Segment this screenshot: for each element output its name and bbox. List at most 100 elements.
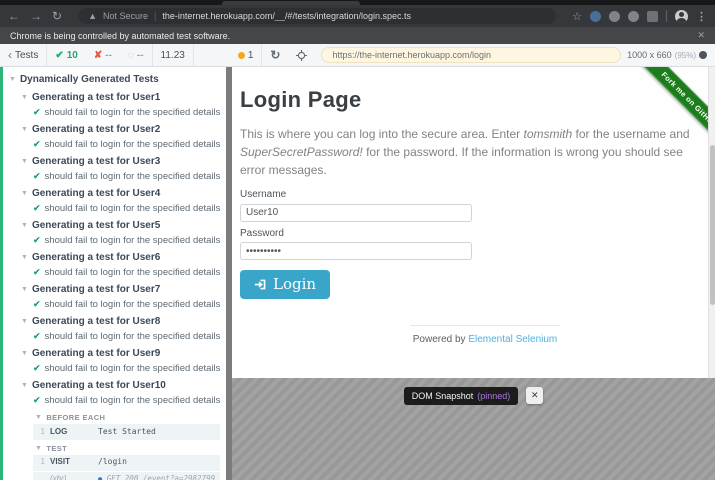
test-assertion[interactable]: ✔should fail to login for the specified …: [3, 297, 226, 312]
extension-icon-4[interactable]: [647, 11, 658, 22]
run-duration: 11.23: [153, 44, 193, 66]
back-icon[interactable]: ←: [8, 10, 20, 22]
extension-icon-3[interactable]: [628, 11, 639, 22]
test-group-title: Generating a test for User1: [32, 92, 160, 103]
test-group[interactable]: ▼Generating a test for User9: [3, 344, 226, 361]
aut-stage: Login Page This is where you can log int…: [232, 67, 715, 480]
amber-dot-icon: [238, 52, 245, 59]
test-group[interactable]: ▼ Generating a test for User3: [3, 152, 226, 169]
test-group-title: Generating a test for User8: [32, 316, 160, 327]
caret-down-icon: ▼: [21, 286, 28, 293]
test-group[interactable]: ▼Generating a test for User10: [3, 376, 226, 393]
log-row-visit[interactable]: 1 VISIT /login: [33, 455, 220, 471]
before-each-label: BEFORE EACH: [46, 413, 105, 422]
snapshot-close-button[interactable]: ✕: [526, 387, 543, 404]
command-name: VISIT: [50, 457, 98, 468]
elemental-selenium-link[interactable]: Elemental Selenium: [468, 334, 557, 345]
passed-check-icon: ✔: [33, 139, 41, 150]
passed-check-icon: ✔: [33, 203, 41, 214]
test-group-title: Generating a test for User7: [32, 284, 160, 295]
aut-frame: Login Page This is where you can log int…: [232, 67, 715, 378]
forward-icon[interactable]: →: [30, 10, 42, 22]
log-row-xhr[interactable]: (xhr) ● GET 200 /event?a=2982799967&d=29…: [33, 472, 220, 480]
test-assertion[interactable]: ✔should fail to login for the specified …: [3, 393, 226, 408]
infobar-close-icon[interactable]: ✕: [697, 30, 705, 41]
aut-scrollbar[interactable]: [708, 67, 715, 378]
test-assertion-label: should fail to login for the specified d…: [45, 363, 221, 374]
test-body-header[interactable]: ▼ TEST: [33, 441, 220, 455]
test-assertion[interactable]: ✔ should fail to login for the specified …: [3, 233, 226, 248]
login-button[interactable]: Login: [240, 270, 330, 299]
test-group-title: Generating a test for User5: [32, 220, 160, 231]
command-number: 1: [36, 457, 50, 468]
test-group[interactable]: ▼Generating a test for User5: [3, 216, 226, 233]
viewport-info[interactable]: 1000 x 660 (95%): [627, 50, 715, 60]
passed-check-icon: ✔: [33, 171, 41, 182]
test-assertion-label: should fail to login for the specified d…: [45, 203, 221, 214]
test-assertion-label: should fail to login for the specified d…: [45, 171, 221, 182]
test-assertion-label: should fail to login for the specified d…: [45, 267, 221, 278]
failed-count: --: [105, 50, 112, 61]
passed-check-icon: ✔: [33, 235, 41, 246]
viewport-size: 1000 x 660: [627, 50, 672, 60]
login-button-label: Login: [273, 275, 316, 293]
test-assertion[interactable]: ✔ should fail to login for the specified …: [3, 201, 226, 216]
test-assertion[interactable]: ✔ should fail to login for the specified …: [3, 361, 226, 376]
extension-icon-1[interactable]: [590, 11, 601, 22]
test-assertion[interactable]: ✔ should fail to login for the specified …: [3, 169, 226, 184]
passed-stat: ✔ 10: [47, 44, 86, 66]
test-assertion-label: should fail to login for the specified d…: [45, 235, 221, 246]
test-group[interactable]: ▼Generating a test for User2: [3, 120, 226, 137]
snapshot-label: DOM Snapshot: [412, 391, 474, 401]
test-assertion[interactable]: ✔should fail to login for the specified …: [3, 329, 226, 344]
pending-stat: ◌ --: [120, 44, 152, 66]
log-row-log[interactable]: 1 LOG Test Started: [33, 424, 220, 440]
failed-x-icon: ✘: [94, 50, 102, 61]
toolbar-separator: [193, 44, 194, 66]
aut-url-bar[interactable]: https://the-internet.herokuapp.com/login: [321, 47, 621, 63]
before-each-header[interactable]: ▼ BEFORE EACH: [33, 410, 220, 424]
username-field[interactable]: [240, 204, 472, 222]
passed-check-icon: ✔: [33, 363, 41, 374]
xhr-label: (xhr): [50, 474, 98, 480]
aut-scrollbar-thumb[interactable]: [710, 145, 715, 305]
profile-avatar[interactable]: [675, 10, 688, 23]
command-message: Test Started: [98, 427, 217, 438]
browser-reload-icon[interactable]: ↻: [52, 10, 62, 22]
username-hint: tomsmith: [523, 127, 572, 141]
test-group[interactable]: ▼ Generating a test for User7: [3, 280, 226, 297]
caret-down-icon: ▼: [21, 158, 28, 165]
xhr-message: ● GET 200 /event?a=2982799967&d=29827999…: [98, 474, 217, 480]
browser-menu-icon[interactable]: ⋮: [696, 10, 707, 23]
test-group-title: Generating a test for User6: [32, 252, 160, 263]
password-field[interactable]: [240, 242, 472, 260]
test-group[interactable]: ▼Generating a test for User4: [3, 184, 226, 201]
sign-in-icon: [254, 278, 267, 291]
main-content: ▼ Dynamically Generated Tests ▼Generatin…: [0, 67, 715, 480]
command-log: ▼ BEFORE EACH 1 LOG Test Started ▼ TEST …: [33, 410, 220, 480]
test-assertion[interactable]: ✔should fail to login for the specified …: [3, 137, 226, 152]
selector-playground-button[interactable]: [288, 44, 315, 66]
address-bar[interactable]: ▲ Not Secure | the-internet.herokuapp.co…: [78, 8, 556, 24]
browser-tab[interactable]: [222, 1, 360, 5]
suite-title: Dynamically Generated Tests: [20, 74, 159, 85]
extension-icon-2[interactable]: [609, 11, 620, 22]
back-to-tests-button[interactable]: ‹ Tests: [0, 44, 46, 66]
test-group-title: Generating a test for User3: [32, 156, 160, 167]
test-assertion-label: should fail to login for the specified d…: [45, 299, 221, 310]
test-group[interactable]: ▼Generating a test for User8: [3, 312, 226, 329]
restart-tests-button[interactable]: ↻: [262, 44, 288, 66]
test-assertion[interactable]: ✔should fail to login for the specified …: [3, 265, 226, 280]
test-group[interactable]: ▼Generating a test for User1: [3, 88, 226, 105]
debugger-badge[interactable]: 1: [230, 44, 262, 66]
caret-down-icon: ▼: [21, 350, 28, 357]
test-assertion[interactable]: ✔should fail to login for the specified …: [3, 105, 226, 120]
description-text: for the username and: [572, 127, 689, 141]
not-secure-label: Not Secure: [103, 11, 148, 21]
command-number: [36, 474, 50, 480]
test-group[interactable]: ▼Generating a test for User6: [3, 248, 226, 265]
suite-row[interactable]: ▼ Dynamically Generated Tests: [3, 71, 226, 88]
test-body-label: TEST: [46, 444, 67, 453]
test-reporter[interactable]: ▼ Dynamically Generated Tests ▼Generatin…: [0, 67, 226, 480]
bookmark-star-icon[interactable]: ☆: [572, 10, 582, 23]
